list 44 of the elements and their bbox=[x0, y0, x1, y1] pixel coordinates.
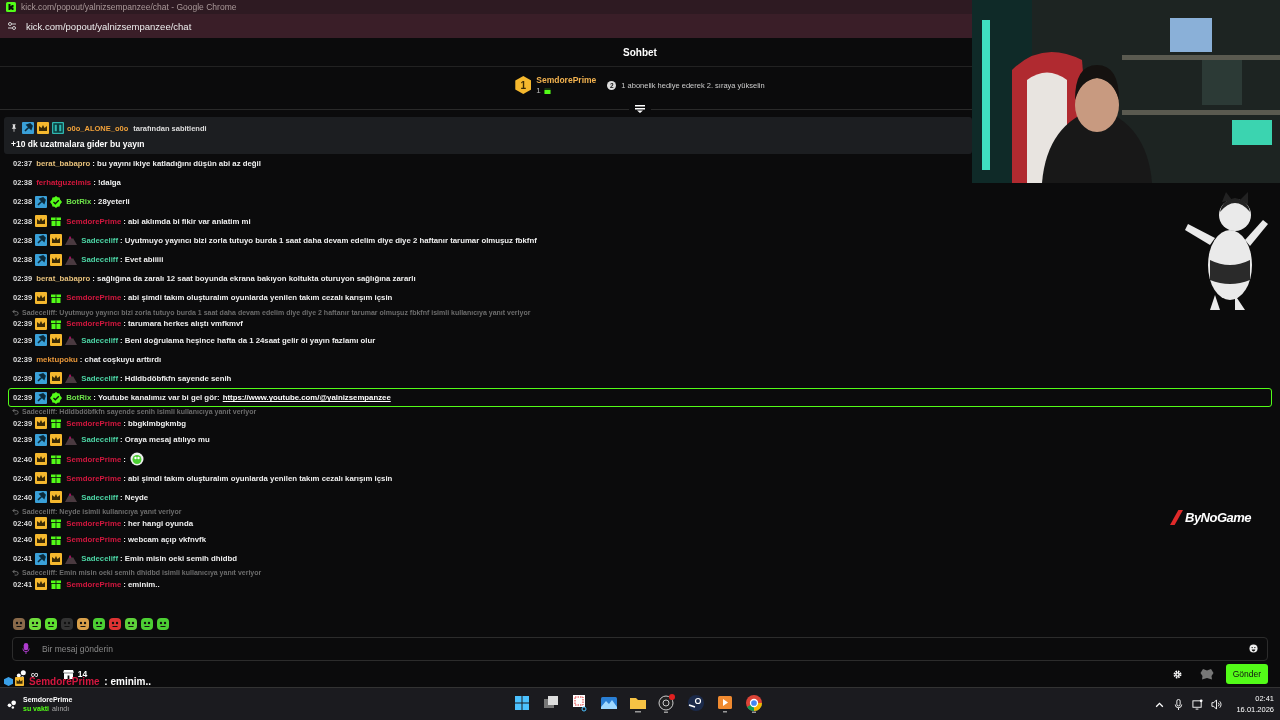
overlay-username: SemdorePrime bbox=[29, 676, 100, 687]
pinned-text: +10 dk uzatmalara gider bu yayın bbox=[11, 139, 146, 149]
chat-title: Sohbet bbox=[623, 46, 657, 58]
network-icon[interactable] bbox=[1192, 698, 1204, 710]
send-button[interactable]: Gönder bbox=[1225, 664, 1268, 684]
site-settings-icon[interactable] bbox=[6, 20, 18, 32]
emote-icon[interactable] bbox=[76, 617, 90, 631]
pin-icon bbox=[11, 124, 17, 132]
collapse-icon[interactable] bbox=[635, 105, 645, 113]
emote-icon[interactable] bbox=[140, 617, 154, 631]
leaderboard-user[interactable]: SemdorePrime bbox=[536, 75, 597, 85]
emote-icon[interactable] bbox=[124, 617, 138, 631]
steam-icon[interactable] bbox=[686, 693, 706, 713]
overlay-message: : eminim.. bbox=[103, 676, 152, 687]
gift-count: 1 bbox=[536, 86, 541, 95]
gift-icon bbox=[543, 87, 551, 94]
crown-badge-icon bbox=[15, 677, 24, 686]
logo-text: ByNoGame bbox=[1185, 510, 1252, 525]
points-icon bbox=[7, 699, 17, 709]
chrome-icon[interactable] bbox=[744, 693, 764, 713]
snipping-tool-icon[interactable] bbox=[570, 693, 590, 713]
rank-badge: 1 bbox=[515, 76, 532, 94]
kick-logo-icon bbox=[6, 2, 16, 12]
media-player-icon[interactable] bbox=[715, 693, 735, 713]
emoji-icon[interactable] bbox=[1249, 644, 1258, 653]
reply-icon bbox=[12, 408, 19, 416]
microphone-icon[interactable] bbox=[1173, 698, 1185, 710]
recorder-icon[interactable] bbox=[657, 693, 677, 713]
speaker-icon[interactable] bbox=[1211, 698, 1223, 710]
emote-icon[interactable] bbox=[28, 617, 42, 631]
emote-icon[interactable] bbox=[156, 617, 170, 631]
reply-icon bbox=[12, 308, 19, 316]
settings-icon[interactable] bbox=[1172, 669, 1182, 679]
message-input[interactable]: Bir mesaj gönderin bbox=[12, 637, 1268, 661]
badge-icon[interactable] bbox=[1199, 668, 1214, 680]
window-title: kick.com/popout/yalnizsempanzee/chat - Google Chrome bbox=[21, 2, 237, 12]
reply-icon bbox=[12, 569, 19, 577]
reply-icon bbox=[12, 508, 19, 515]
emote-icon[interactable] bbox=[44, 617, 58, 631]
start-icon[interactable] bbox=[512, 693, 532, 713]
emote-icon[interactable] bbox=[92, 617, 106, 631]
address-bar[interactable]: kick.com/popout/yalnizsempanzee/chat bbox=[26, 20, 192, 32]
store-count: 14 bbox=[77, 669, 88, 679]
logo-icon bbox=[1170, 510, 1183, 525]
